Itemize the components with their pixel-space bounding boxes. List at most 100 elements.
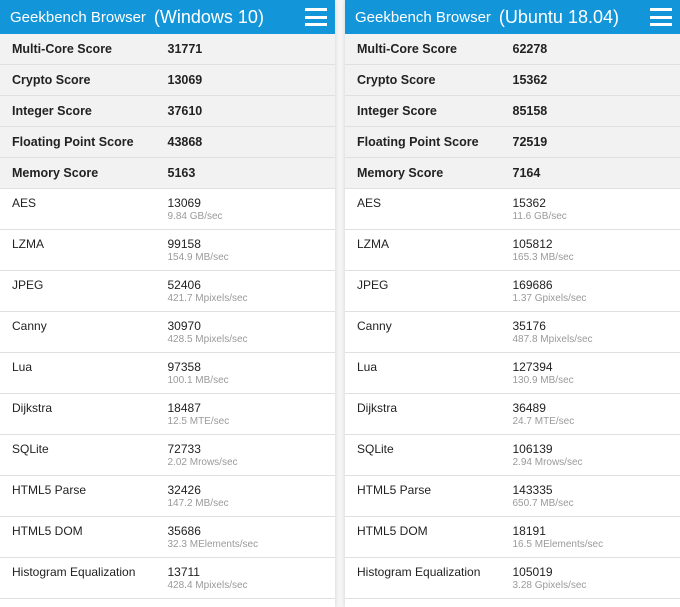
- benchmark-value-wrap: 3568632.3 MElements/sec: [168, 524, 324, 550]
- summary-value: 43868: [168, 135, 324, 149]
- panel-windows: Geekbench Browser (Windows 10) Multi-Cor…: [0, 0, 335, 607]
- benchmark-value-wrap: 1536211.6 GB/sec: [513, 196, 669, 222]
- benchmark-value-wrap: 105812165.3 MB/sec: [513, 237, 669, 263]
- benchmark-unit: 428.5 Mpixels/sec: [168, 334, 324, 345]
- benchmark-label: Lua: [357, 360, 513, 374]
- summary-row: Integer Score85158: [345, 96, 680, 127]
- benchmark-row: AES130699.84 GB/sec: [0, 189, 335, 230]
- results-scroll[interactable]: Multi-Core Score31771Crypto Score13069In…: [0, 34, 335, 607]
- benchmark-row: Lua127394130.9 MB/sec: [345, 353, 680, 394]
- summary-row: Floating Point Score72519: [345, 127, 680, 158]
- benchmark-value-wrap: 143335650.7 MB/sec: [513, 483, 669, 509]
- benchmark-row: LZMA105812165.3 MB/sec: [345, 230, 680, 271]
- summary-label: Floating Point Score: [12, 135, 168, 149]
- summary-label: Multi-Core Score: [12, 42, 168, 56]
- benchmark-label: Histogram Equalization: [12, 565, 168, 579]
- benchmark-label: Canny: [12, 319, 168, 333]
- summary-row: Crypto Score13069: [0, 65, 335, 96]
- benchmark-row: JPEG1696861.37 Gpixels/sec: [345, 271, 680, 312]
- benchmark-value-wrap: 32426147.2 MB/sec: [168, 483, 324, 509]
- benchmark-row: Histogram Equalization13711428.4 Mpixels…: [0, 558, 335, 599]
- benchmark-value-wrap: 52406421.7 Mpixels/sec: [168, 278, 324, 304]
- benchmark-unit: 2.02 Mrows/sec: [168, 457, 324, 468]
- benchmark-row: HTML5 Parse32426147.2 MB/sec: [0, 476, 335, 517]
- benchmark-row: SQLite1061392.94 Mrows/sec: [345, 435, 680, 476]
- benchmark-value-wrap: 13711428.4 Mpixels/sec: [168, 565, 324, 591]
- benchmark-unit: 428.4 Mpixels/sec: [168, 580, 324, 591]
- benchmark-label: Lua: [12, 360, 168, 374]
- summary-label: Crypto Score: [357, 73, 513, 87]
- benchmark-unit: 130.9 MB/sec: [513, 375, 669, 386]
- summary-label: Memory Score: [357, 166, 513, 180]
- benchmark-value-wrap: 130699.84 GB/sec: [168, 196, 324, 222]
- benchmark-value-wrap: 1819116.5 MElements/sec: [513, 524, 669, 550]
- benchmark-row: JPEG52406421.7 Mpixels/sec: [0, 271, 335, 312]
- benchmark-unit: 147.2 MB/sec: [168, 498, 324, 509]
- app-title: Geekbench Browser: [10, 9, 146, 26]
- benchmark-label: LZMA: [12, 237, 168, 251]
- summary-label: Multi-Core Score: [357, 42, 513, 56]
- benchmark-label: Dijkstra: [12, 401, 168, 415]
- benchmark-value-wrap: 30970428.5 Mpixels/sec: [168, 319, 324, 345]
- benchmark-value: 18191: [513, 524, 546, 538]
- benchmark-value: 105812: [513, 237, 553, 251]
- app-header: Geekbench Browser (Windows 10): [0, 0, 335, 34]
- menu-icon[interactable]: [650, 8, 672, 26]
- benchmark-value-wrap: 1696861.37 Gpixels/sec: [513, 278, 669, 304]
- benchmark-value: 99158: [168, 237, 201, 251]
- summary-value: 85158: [513, 104, 669, 118]
- benchmark-value: 32426: [168, 483, 201, 497]
- benchmark-row: Histogram Equalization1050193.28 Gpixels…: [345, 558, 680, 599]
- benchmark-row: PDF Rendering443341.18 Gpixels/sec: [345, 599, 680, 607]
- benchmark-label: JPEG: [357, 278, 513, 292]
- summary-row: Memory Score7164: [345, 158, 680, 189]
- benchmark-value: 52406: [168, 278, 201, 292]
- benchmark-value-wrap: 99158154.9 MB/sec: [168, 237, 324, 263]
- benchmark-label: SQLite: [12, 442, 168, 456]
- benchmark-label: LZMA: [357, 237, 513, 251]
- benchmark-value-wrap: 727332.02 Mrows/sec: [168, 442, 324, 468]
- summary-value: 62278: [513, 42, 669, 56]
- benchmark-label: Canny: [357, 319, 513, 333]
- benchmark-value-wrap: 97358100.1 MB/sec: [168, 360, 324, 386]
- summary-value: 15362: [513, 73, 669, 87]
- benchmark-value: 36489: [513, 401, 546, 415]
- summary-row: Memory Score5163: [0, 158, 335, 189]
- benchmark-row: Dijkstra3648924.7 MTE/sec: [345, 394, 680, 435]
- benchmark-row: PDF Rendering9129242.5 Mpixels/sec: [0, 599, 335, 607]
- summary-value: 7164: [513, 166, 669, 180]
- results-scroll[interactable]: Multi-Core Score62278Crypto Score15362In…: [345, 34, 680, 607]
- menu-icon[interactable]: [305, 8, 327, 26]
- benchmark-row: Dijkstra1848712.5 MTE/sec: [0, 394, 335, 435]
- benchmark-unit: 2.94 Mrows/sec: [513, 457, 669, 468]
- benchmark-value: 97358: [168, 360, 201, 374]
- benchmark-label: HTML5 DOM: [357, 524, 513, 538]
- benchmark-value: 72733: [168, 442, 201, 456]
- os-label: (Windows 10): [154, 7, 299, 28]
- benchmark-unit: 487.8 Mpixels/sec: [513, 334, 669, 345]
- benchmark-label: HTML5 DOM: [12, 524, 168, 538]
- benchmark-value-wrap: 35176487.8 Mpixels/sec: [513, 319, 669, 345]
- benchmark-unit: 11.6 GB/sec: [513, 211, 669, 222]
- summary-value: 72519: [513, 135, 669, 149]
- benchmark-label: HTML5 Parse: [357, 483, 513, 497]
- benchmark-unit: 1.37 Gpixels/sec: [513, 293, 669, 304]
- benchmark-row: HTML5 Parse143335650.7 MB/sec: [345, 476, 680, 517]
- summary-row: Integer Score37610: [0, 96, 335, 127]
- benchmark-value: 13711: [168, 565, 200, 579]
- benchmark-label: JPEG: [12, 278, 168, 292]
- benchmark-label: AES: [357, 196, 513, 210]
- benchmark-unit: 165.3 MB/sec: [513, 252, 669, 263]
- benchmark-value: 15362: [513, 196, 546, 210]
- os-label: (Ubuntu 18.04): [499, 7, 644, 28]
- summary-label: Crypto Score: [12, 73, 168, 87]
- benchmark-value-wrap: 3648924.7 MTE/sec: [513, 401, 669, 427]
- benchmark-row: Canny35176487.8 Mpixels/sec: [345, 312, 680, 353]
- benchmark-value: 35176: [513, 319, 546, 333]
- summary-row: Crypto Score15362: [345, 65, 680, 96]
- benchmark-unit: 9.84 GB/sec: [168, 211, 324, 222]
- benchmark-unit: 421.7 Mpixels/sec: [168, 293, 324, 304]
- benchmark-unit: 24.7 MTE/sec: [513, 416, 669, 427]
- benchmark-value: 13069: [168, 196, 201, 210]
- benchmark-row: Lua97358100.1 MB/sec: [0, 353, 335, 394]
